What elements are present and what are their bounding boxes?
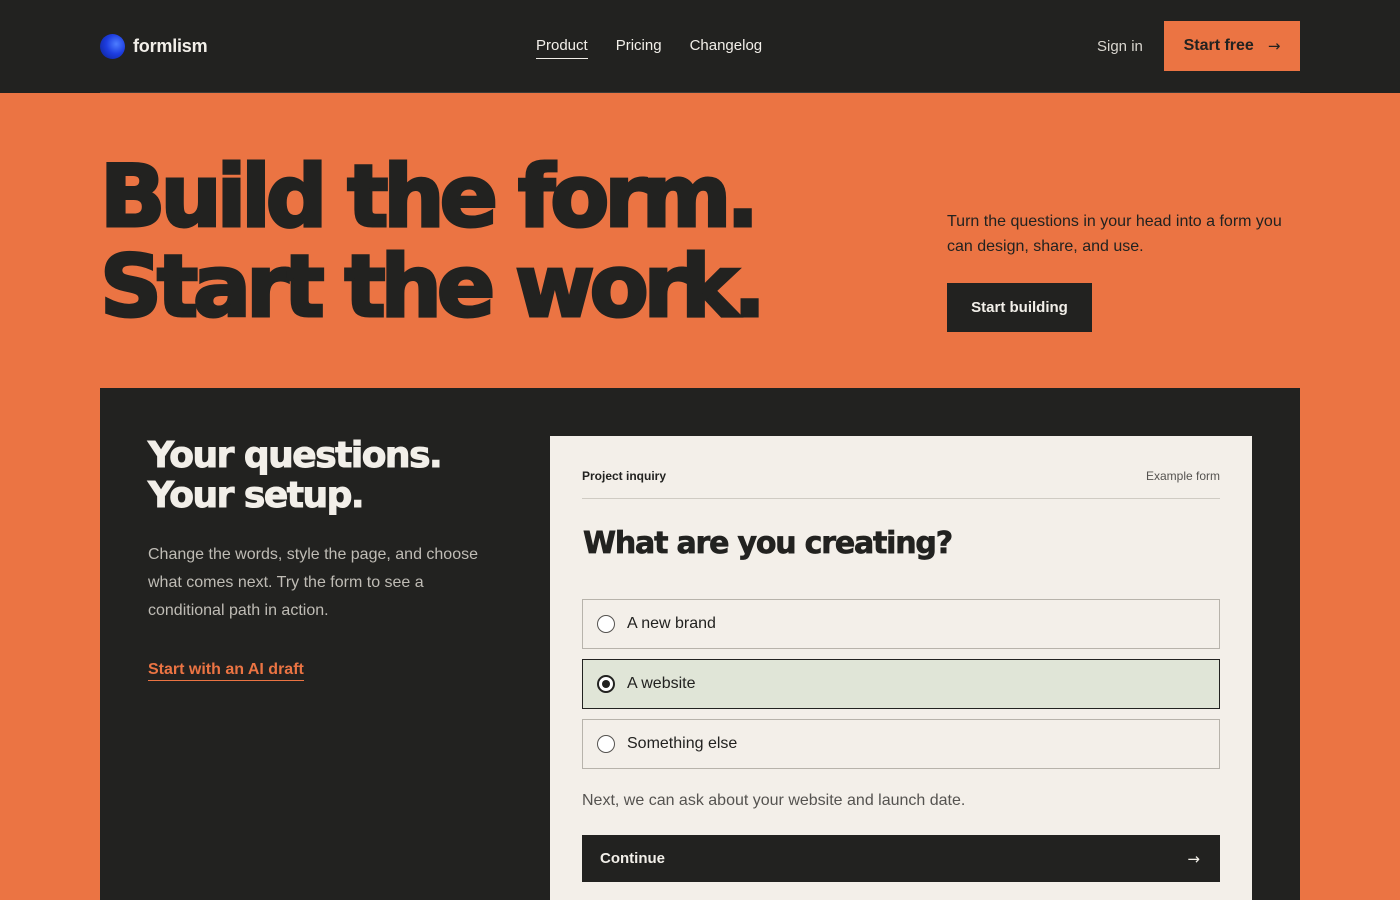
option-new-brand[interactable]: A new brand xyxy=(582,599,1220,649)
hero-title: Build the form. Start the work. xyxy=(99,147,768,337)
option-label: A website xyxy=(627,675,696,692)
form-header: Project inquiry Example form xyxy=(582,469,1220,499)
section-title: Your questions. Your setup. xyxy=(147,435,443,516)
section-title-line-1: Your questions. xyxy=(147,435,443,476)
example-form-card: Project inquiry Example form What are yo… xyxy=(550,436,1252,900)
nav-links: Product Pricing Changelog xyxy=(536,37,762,59)
section-description: Change the words, style the page, and ch… xyxy=(148,546,478,619)
nav-link-product[interactable]: Product xyxy=(536,37,588,59)
section-title-line-2: Your setup. xyxy=(147,475,365,516)
arrow-right-icon: → xyxy=(1187,849,1200,868)
nav-link-changelog[interactable]: Changelog xyxy=(690,37,763,59)
ai-draft-link[interactable]: Start with an AI draft xyxy=(148,661,304,681)
start-free-label: Start free xyxy=(1183,37,1254,54)
form-question: What are you creating? xyxy=(583,526,954,562)
hero-title-line-2: Start the work. xyxy=(99,237,768,337)
arrow-right-icon: → xyxy=(1267,37,1281,55)
option-label: A new brand xyxy=(627,615,716,632)
continue-button[interactable]: Continue → xyxy=(582,835,1220,882)
nav-divider xyxy=(100,92,1300,93)
radio-selected-icon xyxy=(597,675,615,693)
form-tag: Example form xyxy=(1145,469,1220,483)
form-label: Project inquiry xyxy=(582,469,667,483)
option-something-else[interactable]: Something else xyxy=(582,719,1220,769)
logo-icon xyxy=(100,34,125,59)
sign-in-link[interactable]: Sign in xyxy=(1097,38,1143,55)
top-nav: formlism Product Pricing Changelog Sign … xyxy=(0,0,1400,93)
start-building-button[interactable]: Start building xyxy=(947,283,1092,332)
option-website[interactable]: A website xyxy=(582,659,1220,709)
hero-subtitle: Turn the questions in your head into a f… xyxy=(947,213,1282,255)
option-label: Something else xyxy=(627,735,738,752)
radio-icon xyxy=(597,615,615,633)
form-hint: Next, we can ask about your website and … xyxy=(582,792,966,809)
start-free-button[interactable]: Start free → xyxy=(1164,21,1300,71)
brand-name: formlism xyxy=(133,36,208,56)
demo-section: Your questions. Your setup. Change the w… xyxy=(100,388,1300,900)
continue-label: Continue xyxy=(600,850,665,867)
radio-icon xyxy=(597,735,615,753)
brand-logo[interactable]: formlism xyxy=(100,34,208,59)
hero-title-line-1: Build the form. xyxy=(99,147,761,247)
nav-link-pricing[interactable]: Pricing xyxy=(616,37,662,59)
